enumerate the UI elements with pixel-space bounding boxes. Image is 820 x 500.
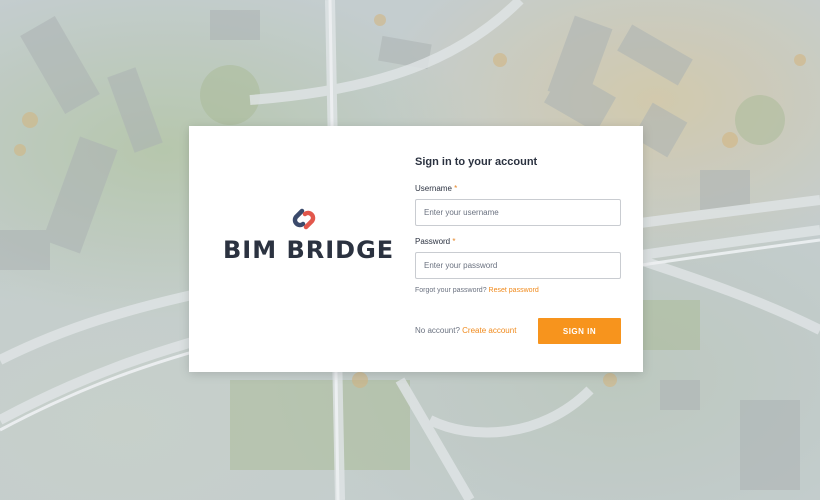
password-input[interactable] bbox=[415, 252, 621, 279]
create-account-link[interactable]: Create account bbox=[462, 326, 516, 335]
password-label: Password * bbox=[415, 237, 621, 247]
forgot-password-row: Forgot your password? Reset password bbox=[415, 287, 621, 297]
link-chain-icon bbox=[292, 208, 316, 230]
login-card: BIM BRIDGE Sign in to your account Usern… bbox=[189, 126, 643, 372]
sign-in-button[interactable]: SIGN IN bbox=[538, 318, 621, 344]
username-label: Username * bbox=[415, 184, 621, 194]
signin-form: Sign in to your account Username * Passw… bbox=[415, 156, 621, 297]
forgot-password-text: Forgot your password? bbox=[415, 287, 487, 294]
brand-name: BIM BRIDGE bbox=[223, 236, 395, 264]
form-title: Sign in to your account bbox=[415, 156, 538, 168]
password-label-text: Password bbox=[415, 237, 451, 246]
no-account-row: No account? Create account bbox=[415, 326, 516, 335]
username-input[interactable] bbox=[415, 199, 621, 226]
no-account-text: No account? bbox=[415, 326, 460, 335]
username-label-text: Username bbox=[415, 184, 452, 193]
reset-password-link[interactable]: Reset password bbox=[489, 287, 539, 294]
required-mark: * bbox=[452, 237, 456, 246]
brand-logo: BIM BRIDGE bbox=[223, 206, 395, 270]
form-actions: No account? Create account SIGN IN bbox=[415, 318, 621, 344]
required-mark: * bbox=[454, 184, 458, 193]
